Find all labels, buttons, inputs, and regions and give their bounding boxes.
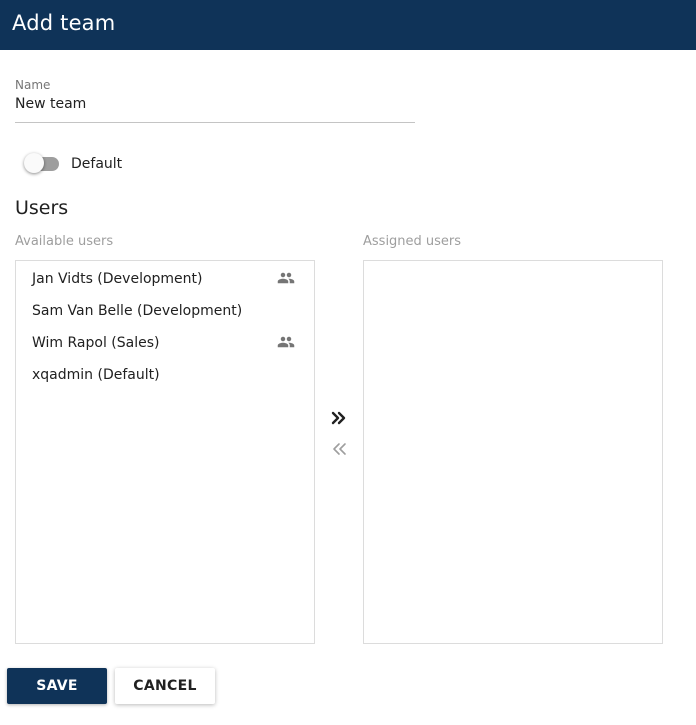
list-item[interactable]: Sam Van Belle (Development): [16, 294, 314, 326]
assign-all-button[interactable]: [328, 407, 350, 429]
user-name: xqadmin (Default): [32, 367, 160, 383]
default-toggle[interactable]: [24, 153, 64, 175]
name-field[interactable]: Name New team: [15, 77, 415, 123]
available-users-list[interactable]: Jan Vidts (Development) Sam Van Belle (D…: [15, 260, 315, 644]
user-name: Sam Van Belle (Development): [32, 303, 243, 319]
users-section-title: Users: [15, 197, 69, 219]
assigned-users-list[interactable]: [363, 260, 663, 644]
list-item[interactable]: Jan Vidts (Development): [16, 262, 314, 294]
available-users-label: Available users: [15, 234, 114, 249]
double-chevron-left-icon: [333, 443, 346, 455]
name-label: Name: [15, 78, 51, 92]
unassign-all-button[interactable]: [328, 438, 350, 460]
list-item[interactable]: xqadmin (Default): [16, 358, 314, 390]
default-toggle-label: Default: [71, 156, 123, 172]
group-icon: [277, 336, 295, 348]
cancel-button[interactable]: CANCEL: [115, 668, 215, 704]
assigned-users-label: Assigned users: [363, 234, 462, 249]
group-icon: [277, 272, 295, 284]
toggle-thumb: [24, 153, 44, 173]
save-button[interactable]: SAVE: [7, 668, 107, 704]
double-chevron-right-icon: [331, 411, 346, 425]
name-input[interactable]: New team: [15, 96, 86, 112]
list-item[interactable]: Wim Rapol (Sales): [16, 326, 314, 358]
user-name: Wim Rapol (Sales): [32, 335, 160, 351]
dialog-title: Add team: [12, 11, 116, 35]
user-name: Jan Vidts (Development): [32, 271, 203, 287]
dialog-header: Add team: [0, 0, 696, 50]
